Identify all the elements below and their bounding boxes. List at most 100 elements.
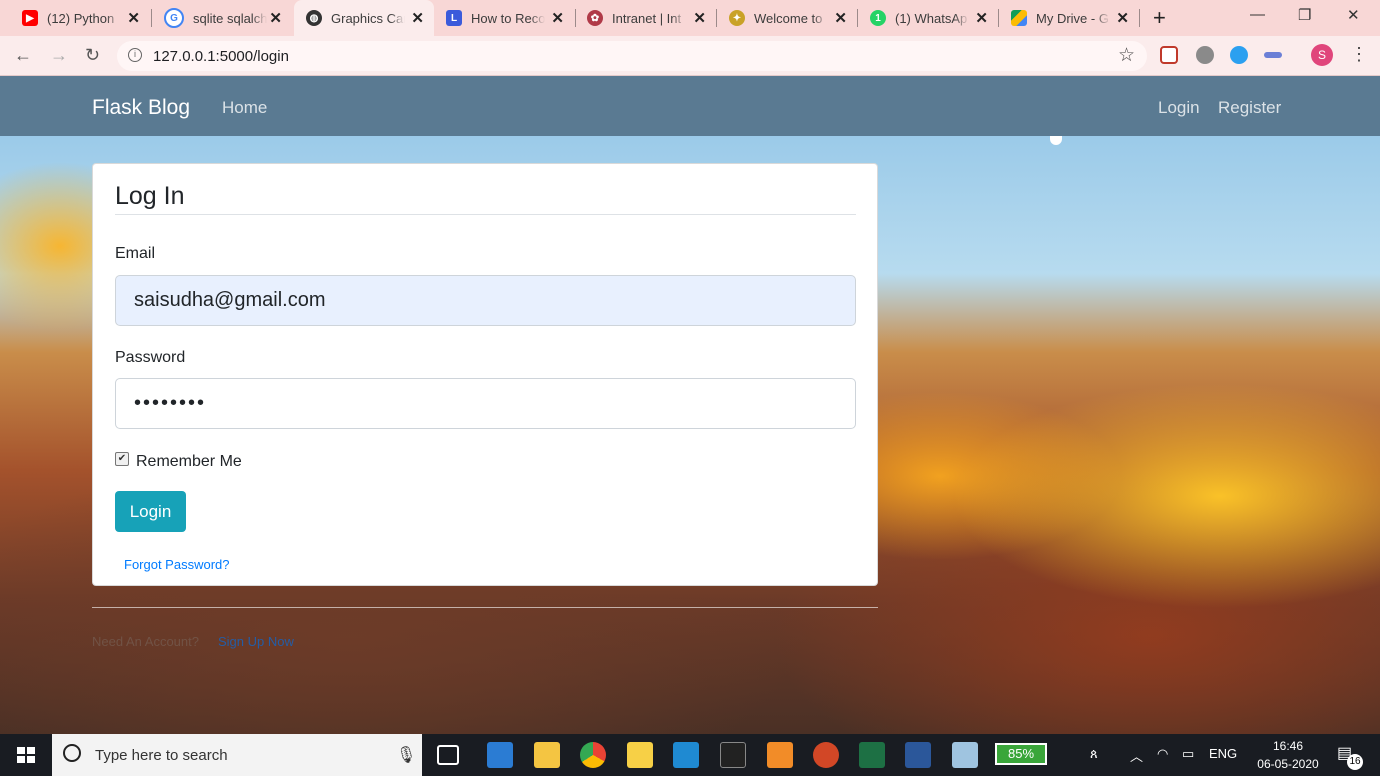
search-placeholder: Type here to search bbox=[95, 747, 228, 764]
close-tab-icon[interactable]: ✕ bbox=[834, 9, 847, 27]
new-tab-icon[interactable]: + bbox=[1153, 5, 1166, 31]
battery-indicator[interactable]: 85% bbox=[995, 743, 1047, 765]
sign-up-link[interactable]: Sign Up Now bbox=[218, 634, 294, 649]
vscode-icon[interactable] bbox=[673, 742, 699, 768]
restore-icon[interactable]: ❐ bbox=[1298, 6, 1311, 24]
cloud-extension-icon[interactable] bbox=[1196, 46, 1214, 64]
windows-start-icon[interactable] bbox=[17, 747, 35, 763]
tab-youtube[interactable]: ▶ (12) Python ✕ bbox=[0, 0, 150, 36]
nav-register-link[interactable]: Register bbox=[1218, 98, 1281, 118]
sticky-notes-icon[interactable] bbox=[627, 742, 653, 768]
nav-login-link[interactable]: Login bbox=[1158, 98, 1200, 118]
powerpoint-icon[interactable] bbox=[813, 742, 839, 768]
tab-title: How to Reco bbox=[471, 10, 545, 26]
app-icon[interactable] bbox=[952, 742, 978, 768]
chrome-icon[interactable] bbox=[580, 742, 606, 768]
microphone-icon[interactable]: 🎙 bbox=[396, 745, 416, 765]
remember-me-label[interactable]: Remember Me bbox=[136, 453, 242, 471]
excel-icon[interactable] bbox=[859, 742, 885, 768]
language-indicator[interactable]: ENG bbox=[1209, 746, 1237, 761]
nav-home-link[interactable]: Home bbox=[222, 98, 267, 118]
tab-how-to[interactable]: L How to Reco ✕ bbox=[436, 0, 574, 36]
form-legend: Log In bbox=[115, 182, 185, 210]
tab-intranet[interactable]: ✿ Intranet | Int ✕ bbox=[576, 0, 716, 36]
tab-whatsapp[interactable]: 1 (1) WhatsAp ✕ bbox=[858, 0, 998, 36]
action-center-icon[interactable]: ▤ 16 bbox=[1337, 743, 1363, 770]
cortana-icon bbox=[63, 744, 81, 762]
site-info-icon[interactable]: i bbox=[128, 48, 142, 62]
browser-tab-strip: ▶ (12) Python ✕ G sqlite sqlalch ✕ ◍ Gra… bbox=[0, 0, 1380, 36]
close-window-icon[interactable]: ✕ bbox=[1347, 6, 1360, 24]
tab-my-drive[interactable]: My Drive - G ✕ bbox=[999, 0, 1139, 36]
profile-avatar[interactable]: S bbox=[1311, 44, 1333, 66]
reload-icon[interactable]: ↻ bbox=[85, 45, 100, 66]
close-tab-icon[interactable]: ✕ bbox=[411, 9, 424, 27]
people-icon[interactable]: ጰ bbox=[1090, 746, 1098, 762]
wifi-icon[interactable]: ◠ bbox=[1157, 746, 1168, 762]
store-icon[interactable] bbox=[487, 742, 513, 768]
close-tab-icon[interactable]: ✕ bbox=[975, 9, 988, 27]
task-view-icon[interactable] bbox=[437, 745, 459, 765]
clock-date: 06-05-2020 bbox=[1257, 757, 1319, 771]
show-hidden-icons-icon[interactable]: ︿ bbox=[1130, 746, 1143, 765]
tab-title: Graphics Car bbox=[331, 10, 405, 26]
close-tab-icon[interactable]: ✕ bbox=[551, 9, 564, 27]
email-label: Email bbox=[115, 245, 156, 262]
google-drive-icon bbox=[1011, 10, 1027, 26]
pocket-extension-icon[interactable] bbox=[1160, 46, 1178, 64]
google-icon: G bbox=[164, 8, 184, 28]
tab-title: My Drive - G bbox=[1036, 10, 1109, 26]
close-tab-icon[interactable]: ✕ bbox=[269, 9, 282, 27]
intranet-icon: ✿ bbox=[587, 10, 603, 26]
tab-title: Welcome to bbox=[754, 10, 823, 26]
legend-divider bbox=[115, 214, 856, 215]
tab-title: (1) WhatsAp bbox=[895, 10, 968, 26]
tab-title: (12) Python bbox=[47, 10, 115, 26]
xampp-icon[interactable] bbox=[767, 742, 793, 768]
site-navbar: Flask Blog Home Login Register bbox=[0, 76, 1380, 136]
clock-time: 16:46 bbox=[1272, 739, 1304, 753]
login-card: Log In Email Password ✔ Remember Me Logi… bbox=[92, 163, 878, 586]
lines-extension-icon[interactable] bbox=[1264, 52, 1282, 58]
terminal-icon[interactable] bbox=[720, 742, 746, 768]
tab-graphics-active[interactable]: ◍ Graphics Car ✕ bbox=[294, 0, 434, 36]
moon-background-detail bbox=[1050, 135, 1062, 145]
password-label: Password bbox=[115, 349, 186, 366]
address-bar[interactable]: i 127.0.0.1:5000/login ☆ bbox=[117, 41, 1147, 71]
tab-divider bbox=[1139, 9, 1140, 27]
bookmark-star-icon[interactable]: ☆ bbox=[1118, 44, 1135, 67]
page-viewport: Flask Blog Home Login Register Log In Em… bbox=[0, 76, 1380, 734]
minimize-icon[interactable]: — bbox=[1250, 6, 1265, 23]
url-text: 127.0.0.1:5000/login bbox=[153, 48, 289, 65]
close-tab-icon[interactable]: ✕ bbox=[693, 9, 706, 27]
welcome-icon: ✦ bbox=[729, 10, 745, 26]
brand-link[interactable]: Flask Blog bbox=[92, 96, 190, 120]
windows-taskbar: Type here to search 🎙 85% ጰ ︿ ◠ ▭ ENG 16… bbox=[0, 734, 1380, 776]
moon-extension-icon[interactable] bbox=[1230, 46, 1248, 64]
power-icon[interactable]: ▭ bbox=[1182, 746, 1194, 762]
login-submit-button[interactable]: Login bbox=[115, 491, 186, 532]
tab-welcome[interactable]: ✦ Welcome to ✕ bbox=[717, 0, 857, 36]
below-form-divider bbox=[92, 607, 878, 608]
forgot-password-link[interactable]: Forgot Password? bbox=[124, 557, 230, 572]
globe-icon: ◍ bbox=[306, 10, 322, 26]
close-tab-icon[interactable]: ✕ bbox=[127, 9, 140, 27]
word-icon[interactable] bbox=[905, 742, 931, 768]
close-tab-icon[interactable]: ✕ bbox=[1116, 9, 1129, 27]
taskbar-search-box[interactable]: Type here to search 🎙 bbox=[52, 734, 422, 776]
back-icon[interactable]: ← bbox=[14, 45, 32, 66]
browser-toolbar: ← → ↻ i 127.0.0.1:5000/login ☆ S ⋮ bbox=[0, 36, 1380, 76]
forward-icon[interactable]: → bbox=[50, 45, 68, 66]
email-field[interactable] bbox=[115, 275, 856, 326]
taskbar-clock[interactable]: 16:46 06-05-2020 bbox=[1248, 737, 1328, 773]
notification-count: 16 bbox=[1347, 754, 1363, 770]
browser-menu-icon[interactable]: ⋮ bbox=[1350, 44, 1368, 65]
whatsapp-icon: 1 bbox=[870, 10, 886, 26]
remember-me-checkbox[interactable]: ✔ bbox=[115, 452, 129, 466]
tab-sqlite[interactable]: G sqlite sqlalch ✕ bbox=[152, 0, 292, 36]
tab-title: Intranet | Int bbox=[612, 10, 682, 26]
password-field[interactable] bbox=[115, 378, 856, 429]
youtube-icon: ▶ bbox=[22, 10, 38, 26]
file-explorer-icon[interactable] bbox=[534, 742, 560, 768]
l-app-icon: L bbox=[446, 10, 462, 26]
